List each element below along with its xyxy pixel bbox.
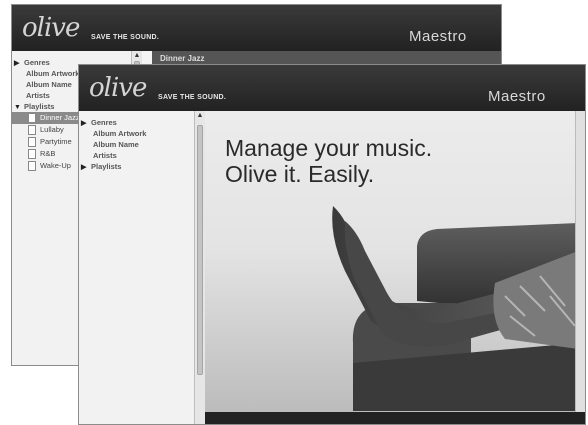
back-header-title: Dinner Jazz — [160, 54, 205, 63]
playlist-icon — [28, 137, 36, 148]
brand-logo: olive — [22, 13, 80, 43]
nav-genres[interactable]: ▶ Genres — [79, 117, 193, 128]
nav-artists[interactable]: Artists — [79, 150, 193, 161]
playlist-label: Lullaby — [40, 125, 64, 134]
expand-triangle-icon[interactable]: ▶ — [81, 118, 91, 129]
front-nav: ▶ Genres Album Artwork Album Name Artists… — [79, 117, 193, 172]
scroll-up-icon[interactable]: ▲ — [133, 52, 141, 60]
expand-triangle-icon[interactable]: ▶ — [14, 58, 24, 69]
hero-panel: Manage your music. Olive it. Easily. — [205, 111, 585, 424]
playlist-label: R&B — [40, 149, 56, 158]
playlist-icon — [28, 125, 36, 136]
scroll-up-icon[interactable]: ▲ — [196, 112, 204, 120]
front-window: olive SAVE THE SOUND. Maestro ▶ Genres Al… — [78, 64, 586, 425]
playlist-label: Partytime — [40, 137, 72, 146]
expand-triangle-icon[interactable]: ▶ — [81, 162, 91, 173]
scroll-thumb[interactable] — [197, 125, 203, 375]
main-scrollbar[interactable] — [575, 111, 585, 424]
brand-logo: olive — [89, 73, 147, 103]
tagline: SAVE THE SOUND. — [158, 94, 227, 101]
bottom-bar — [205, 412, 585, 424]
sidebar-scrollbar[interactable]: ▲ — [194, 111, 205, 424]
playlist-label: Dinner Jazz — [40, 113, 80, 122]
playlist-icon — [28, 113, 36, 124]
playlist-icon — [28, 161, 36, 172]
hero-line-1: Manage your music. — [225, 135, 433, 161]
front-sidebar: ▶ Genres Album Artwork Album Name Artists… — [79, 111, 205, 424]
hero-title: Manage your music. Olive it. Easily. — [225, 135, 432, 187]
tagline: SAVE THE SOUND. — [91, 34, 160, 41]
app-name: Maestro — [488, 88, 546, 105]
nav-playlists-label: Playlists — [24, 102, 55, 111]
back-titlebar: olive SAVE THE SOUND. Maestro — [12, 5, 501, 51]
nav-playlists[interactable]: ▶ Playlists — [79, 161, 193, 172]
front-titlebar: olive SAVE THE SOUND. Maestro — [79, 65, 585, 111]
nav-album-name[interactable]: Album Name — [79, 139, 193, 150]
playlist-label: Wake-Up — [40, 161, 71, 170]
nav-genres-label: Genres — [24, 58, 50, 67]
nav-genres-label: Genres — [91, 118, 117, 127]
app-name: Maestro — [409, 28, 467, 45]
nav-album-artwork[interactable]: Album Artwork — [79, 128, 193, 139]
nav-playlists-label: Playlists — [91, 162, 122, 171]
hero-line-2: Olive it. Easily. — [225, 161, 375, 187]
playlist-icon — [28, 149, 36, 160]
